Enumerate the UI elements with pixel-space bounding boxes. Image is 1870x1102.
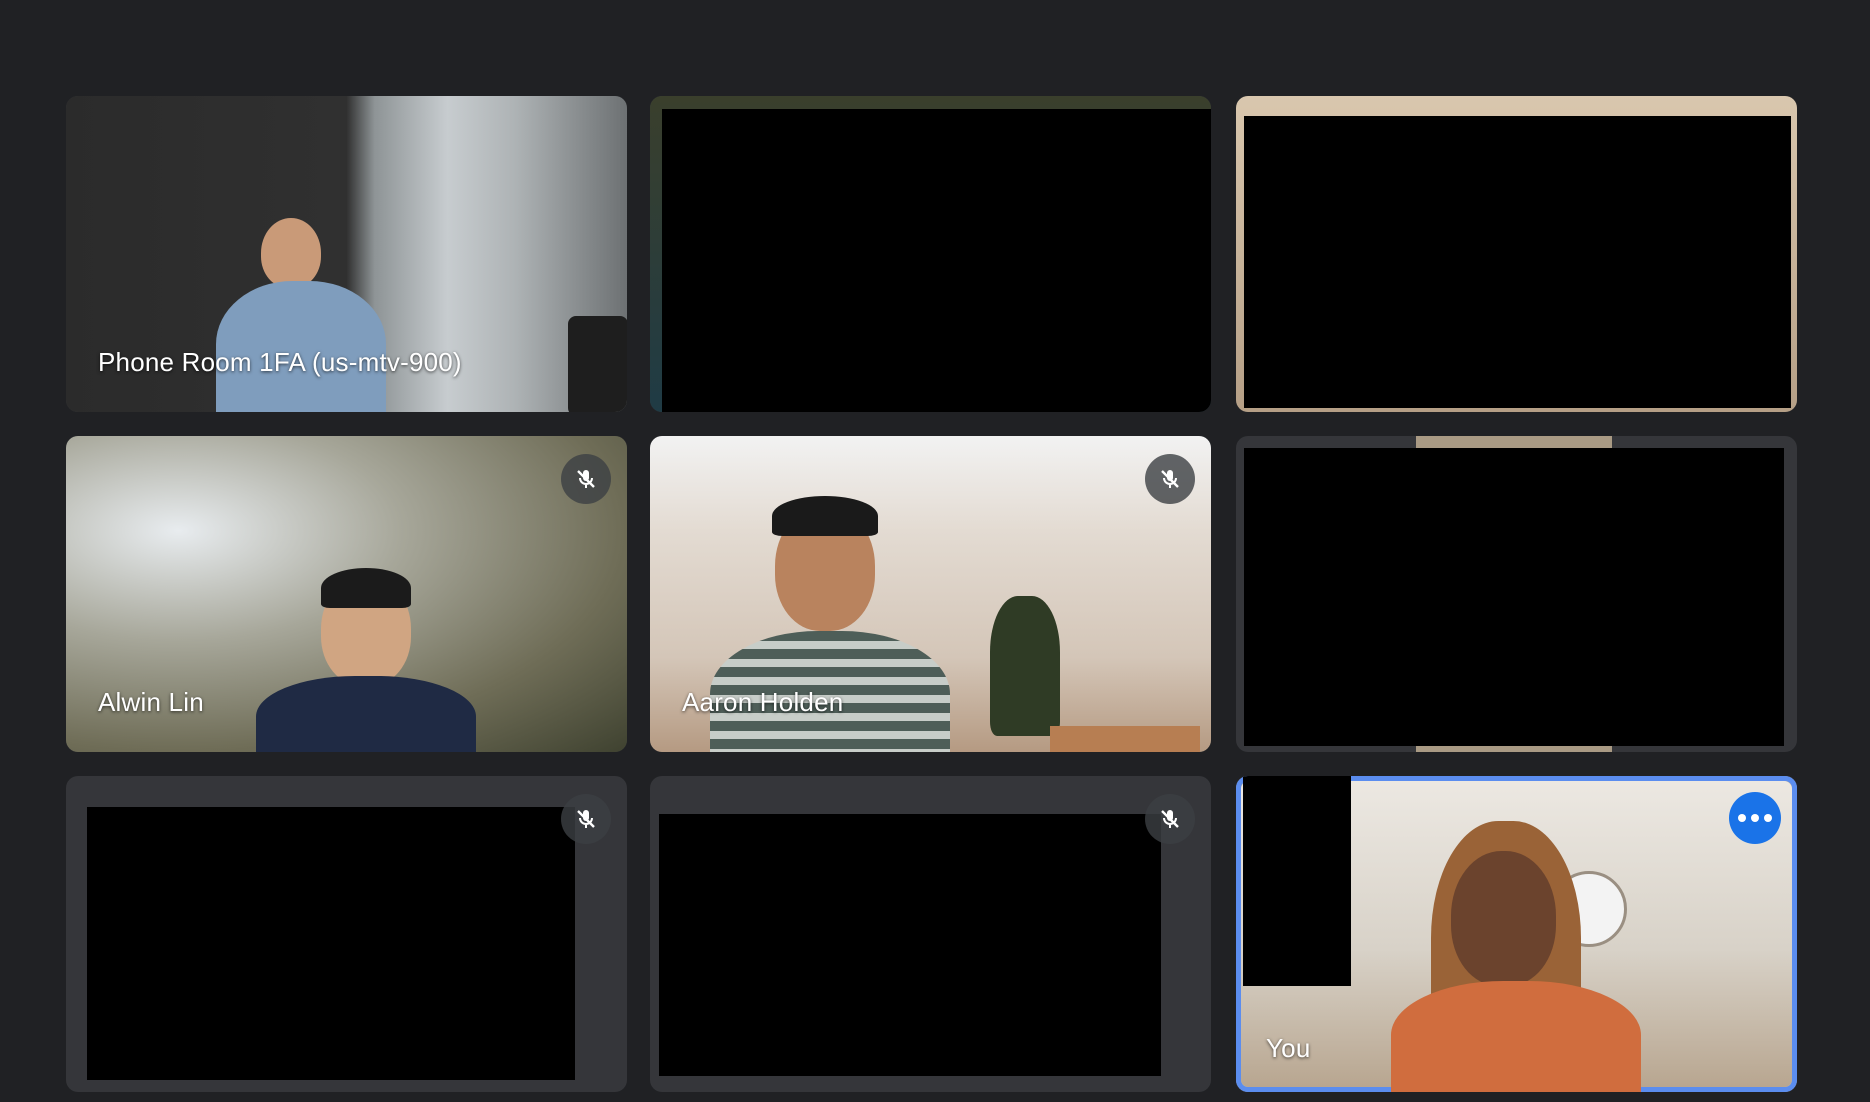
redacted-video	[1244, 448, 1784, 746]
participant-tile-7[interactable]	[66, 776, 627, 1092]
person-head	[261, 218, 321, 288]
person-hair	[772, 496, 878, 536]
participant-tile-aaron-holden[interactable]: Aaron Holden	[650, 436, 1211, 752]
redacted-video	[87, 807, 575, 1080]
mic-off-icon	[577, 810, 595, 828]
participant-tile-alwin-lin[interactable]: Alwin Lin	[66, 436, 627, 752]
chair	[568, 316, 627, 412]
more-options-icon	[1736, 814, 1775, 822]
person-face	[1451, 851, 1556, 986]
participant-tile-3[interactable]	[1236, 96, 1797, 412]
mic-off-icon	[577, 470, 595, 488]
participant-name: You	[1266, 1033, 1311, 1063]
participant-name: Phone Room 1FA (us-mtv-900)	[98, 347, 462, 377]
redacted-region	[1243, 776, 1351, 986]
meeting-grid: Phone Room 1FA (us-mtv-900) Alwin Lin Aa…	[0, 0, 1870, 1102]
person-jacket	[256, 676, 476, 752]
participant-name: Aaron Holden	[682, 687, 844, 717]
mute-indicator	[1145, 794, 1195, 844]
more-options-button[interactable]	[1729, 792, 1781, 844]
mute-indicator	[1145, 454, 1195, 504]
plant	[990, 596, 1060, 736]
person-hair	[321, 568, 411, 608]
participant-tile-6[interactable]	[1236, 436, 1797, 752]
person-top	[1391, 981, 1641, 1092]
mute-indicator	[561, 454, 611, 504]
redacted-video	[1244, 116, 1791, 408]
redacted-video	[662, 109, 1211, 412]
mute-indicator	[561, 794, 611, 844]
redacted-video	[659, 814, 1161, 1076]
participant-name: Alwin Lin	[98, 687, 204, 717]
mic-off-icon	[1161, 810, 1179, 828]
participant-tile-phone-room[interactable]: Phone Room 1FA (us-mtv-900)	[66, 96, 627, 412]
participant-tile-8[interactable]	[650, 776, 1211, 1092]
couch	[1050, 726, 1200, 752]
mic-off-icon	[1161, 470, 1179, 488]
self-view-tile[interactable]: You	[1236, 776, 1797, 1092]
participant-tile-2[interactable]	[650, 96, 1211, 412]
